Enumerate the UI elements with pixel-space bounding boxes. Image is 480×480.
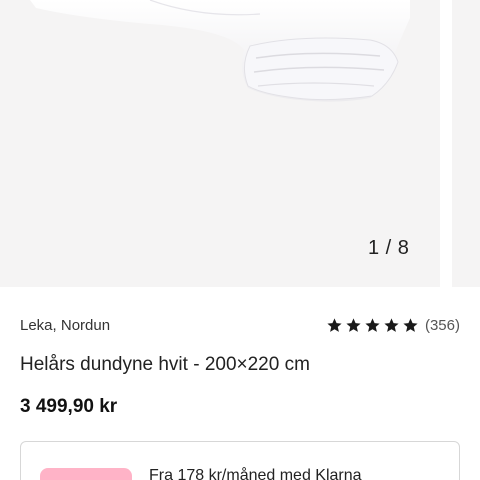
product-image-slide[interactable]: 1 / 8 — [0, 0, 440, 287]
product-price: 3 499,90 kr — [20, 396, 118, 417]
review-count[interactable]: (356) — [425, 317, 460, 334]
rating-stars — [326, 317, 419, 334]
star-icon — [403, 318, 418, 332]
image-counter: 1 / 8 — [368, 237, 410, 259]
klarna-payment-info[interactable]: Fra 178 kr/måned med Klarna — [20, 441, 460, 480]
star-icon — [365, 318, 380, 332]
next-image-peek[interactable] — [452, 0, 480, 287]
klarna-logo-badge — [40, 468, 132, 480]
star-icon — [327, 318, 342, 332]
product-brand[interactable]: Leka, Nordun — [20, 317, 110, 334]
product-title: Helårs dundyne hvit - 200×220 cm — [20, 354, 310, 375]
product-image-gallery[interactable]: 1 / 8 — [0, 0, 480, 287]
star-icon — [346, 318, 361, 332]
klarna-text: Fra 178 kr/måned med Klarna — [149, 467, 362, 480]
star-icon — [384, 318, 399, 332]
product-rating[interactable]: (356) — [326, 317, 460, 334]
